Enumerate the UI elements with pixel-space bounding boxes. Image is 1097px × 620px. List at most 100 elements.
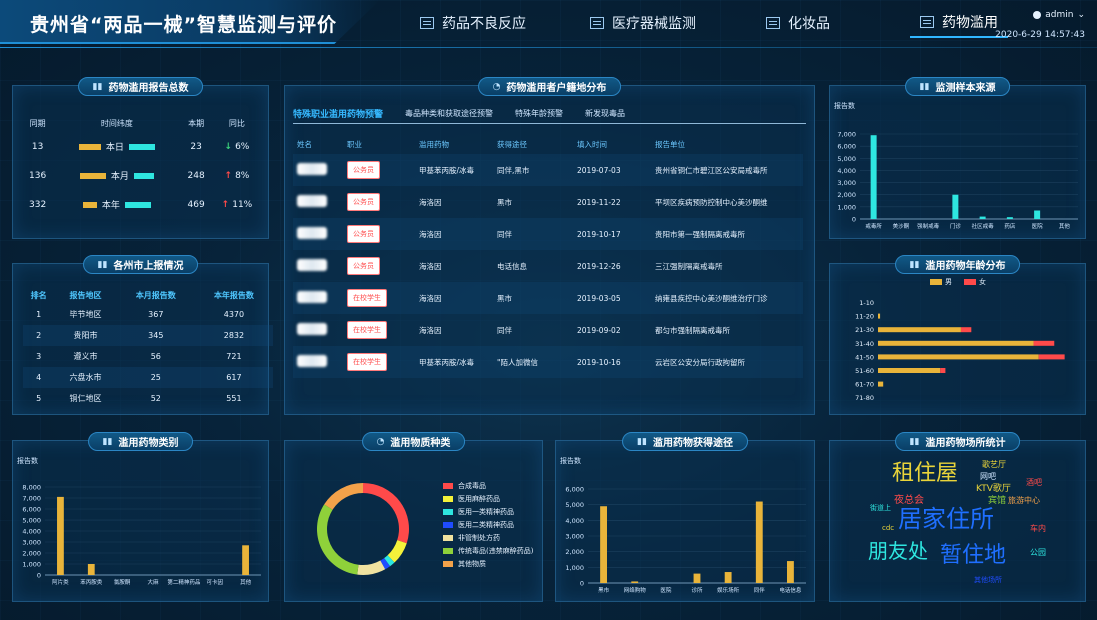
bar <box>878 381 884 387</box>
tab-special-occupation[interactable]: 特殊职业滥用药物预警 <box>293 107 383 120</box>
column-header: 报告地区 <box>69 290 102 300</box>
substance-type-panel: ◔ 滥用物质种类 合成毒品 医用麻醉药品 医用一类精神药品 医用二类精神药品 非管制处方… <box>284 432 543 602</box>
job-cell: 在校学生 <box>343 346 415 378</box>
legend-swatch <box>443 508 453 515</box>
chevron-down-icon: ⌄ <box>1077 10 1085 20</box>
table-row[interactable]: 公务员 海洛因 同伴 2019-10-17 贵阳市第一强制隔离戒毒所 <box>293 218 803 250</box>
document-icon <box>590 17 604 29</box>
abuser-table: 姓名 职业 滥用药物 获得途径 填入时间 报告单位 公务员 甲基苯丙胺/冰毒 同伴,… <box>293 134 803 378</box>
table-cell: 2832 <box>194 325 273 346</box>
bar <box>87 564 95 575</box>
x-tick-label: 大麻 <box>147 578 159 586</box>
legend-label: 医用二类精神药品 <box>458 520 514 529</box>
yoy-percent: 8% <box>235 170 250 181</box>
nav-item-adr[interactable]: 药品不良反应 <box>410 8 536 38</box>
redacted-name <box>297 259 327 271</box>
table-row[interactable]: 在校学生 甲基苯丙胺/冰毒 "陌人加微信 2019-10-16 云岩区公安分局行政拘留所 <box>293 346 803 378</box>
date-cell: 2019-10-16 <box>573 346 651 378</box>
venue-word: 朋友处 <box>868 539 928 563</box>
time-dimension-cell: 本月 <box>52 161 181 190</box>
tab-special-age[interactable]: 特殊年龄预警 <box>515 108 563 119</box>
route-cell: 黑市 <box>493 282 573 314</box>
drug-category-panel: ▮▮ 滥用药物类别 报告数 0 1,000 2,000 3,000 4,000 5,000 6… <box>12 432 269 602</box>
bar <box>878 354 1039 360</box>
job-tag: 在校学生 <box>347 353 387 371</box>
unit-cell: 云岩区公安分局行政拘留所 <box>651 346 803 378</box>
current-value: 469 <box>187 199 205 210</box>
table-cell: 六盘水市 <box>54 367 117 388</box>
column-header: 时间纬度 <box>100 118 133 128</box>
legend-swatch <box>443 495 453 502</box>
x-tick-label: 电话信息 <box>779 586 802 594</box>
city-reports-panel: ▮▮ 各州市上报情况 排名 报告地区 本月报告数 本年报告数 1 毕节地区 367 4… <box>12 255 273 415</box>
job-cell: 公务员 <box>343 186 415 218</box>
table-row[interactable]: 公务员 海洛因 电话信息 2019-12-26 三江强制隔离戒毒所 <box>293 250 803 282</box>
panel-title: ▮▮ 药物滥用报告总数 <box>77 77 204 96</box>
drug-cell: 海洛因 <box>419 197 442 207</box>
name-cell <box>293 250 343 282</box>
acquisition-route-panel: ▮▮ 滥用药物获得途径 报告数 0 1,000 2,000 3,000 4,000 5,00… <box>555 432 815 602</box>
arrow-up-icon: ↑ <box>224 170 236 181</box>
nav-item-label: 医疗器械监测 <box>612 16 696 32</box>
table-cell: 遵义市 <box>73 352 98 361</box>
nav-item-drug-abuse[interactable]: 药物滥用 <box>910 8 1008 38</box>
drug-cell: 海洛因 <box>415 218 493 250</box>
unit-cell: 纳雍县疾控中心美沙酮维治疗门诊 <box>651 282 803 314</box>
x-tick-label: 阿片类 <box>52 578 69 586</box>
x-tick-label: 黑市 <box>598 586 610 594</box>
legend-swatch <box>443 534 453 541</box>
y-tick-label: 5,000 <box>565 501 584 509</box>
nav-item-cosmetics[interactable]: 化妆品 <box>756 8 840 38</box>
panel-title: ◔ 药物滥用者户籍地分布 <box>477 77 622 96</box>
y-tick-label: 1,000 <box>22 561 41 569</box>
table-cell: 617 <box>194 367 273 388</box>
y-tick-label: 61-70 <box>855 381 874 389</box>
time-dimension-label: 本月 <box>110 172 129 182</box>
name-cell <box>293 186 343 218</box>
legend-item: 传统毒品(违禁麻醉药品) <box>443 544 533 557</box>
legend-item: 合成毒品 <box>443 479 533 492</box>
x-tick-label: 第二精神药品 <box>167 578 201 586</box>
y-tick-label: 4,000 <box>565 517 584 525</box>
table-row[interactable]: 在校学生 海洛因 黑市 2019-03-05 纳雍县疾控中心美沙酮维治疗门诊 <box>293 282 803 314</box>
current-bar <box>133 172 154 179</box>
venue-word: 旅游中心 <box>1008 496 1040 505</box>
unit-cell: 平坝区疾病预防控制中心美沙酮维 <box>655 197 768 207</box>
prev-bar <box>82 201 97 208</box>
job-cell: 公务员 <box>343 218 415 250</box>
prev-bar <box>78 143 101 150</box>
date-cell: 2019-11-22 <box>577 197 621 207</box>
column-header: 填入时间 <box>577 139 607 149</box>
y-tick-label: 6,000 <box>565 486 584 494</box>
y-tick-label: 3,000 <box>565 533 584 541</box>
table-row[interactable]: 在校学生 海洛因 同伴 2019-09-02 都匀市强制隔离戒毒所 <box>293 314 803 346</box>
table-cell: 3 <box>36 352 42 361</box>
redacted-name <box>297 163 327 175</box>
y-tick-label: 5,000 <box>22 517 41 525</box>
document-icon <box>766 17 780 29</box>
x-tick-label: 苯丙胺类 <box>80 578 103 586</box>
user-icon <box>1033 11 1042 19</box>
date-cell: 2019-03-05 <box>573 282 651 314</box>
redacted-name <box>297 291 327 303</box>
job-cell: 在校学生 <box>343 282 415 314</box>
y-tick-label: 1,000 <box>565 564 584 572</box>
nav-item-device[interactable]: 医疗器械监测 <box>580 8 706 38</box>
tab-new-drugs[interactable]: 新发现毒品 <box>585 108 625 119</box>
x-tick-label: 美沙酮 <box>893 222 910 230</box>
table-cell: 贵阳市 <box>54 325 117 346</box>
legend-swatch <box>443 521 453 528</box>
table-row[interactable]: 公务员 海洛因 黑市 2019-11-22 平坝区疾病预防控制中心美沙酮维 <box>293 186 803 218</box>
y-tick-label: 8,000 <box>22 484 41 492</box>
table-row[interactable]: 公务员 甲基苯丙胺/冰毒 同伴,黑市 2019-07-03 贵州省铜仁市碧江区公安局戒毒… <box>293 154 803 186</box>
donut-slice <box>317 504 359 575</box>
prev-value: 136 <box>29 170 47 181</box>
column-header: 本月报告数 <box>135 290 176 300</box>
drug-category-chart: 报告数 0 1,000 2,000 3,000 4,000 5,000 6,000 7,000 8… <box>17 456 261 586</box>
tab-drug-type-route[interactable]: 毒品种类和获取途径预警 <box>405 108 493 119</box>
header-divider <box>0 47 1097 48</box>
user-area: admin ⌄ 2020-6-29 14:57:43 <box>995 10 1085 40</box>
user-menu[interactable]: admin ⌄ <box>995 10 1085 20</box>
venue-word: KTV歌厅 <box>976 484 1011 494</box>
legend-label: 医用一类精神药品 <box>458 507 514 516</box>
